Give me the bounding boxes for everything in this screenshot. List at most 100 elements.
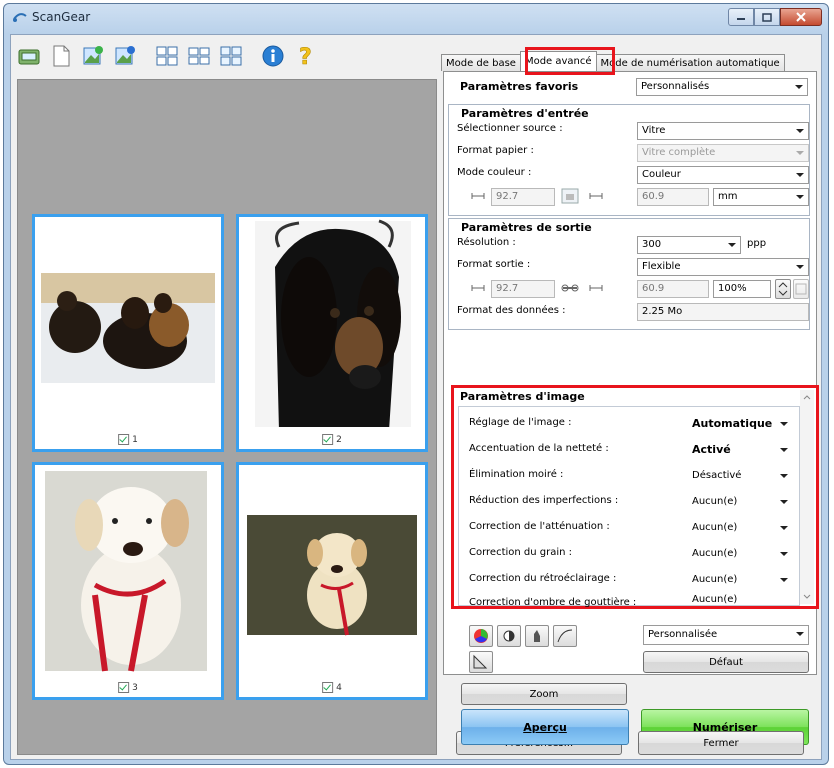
- minimize-icon: [737, 18, 745, 20]
- thumbnail-2-check[interactable]: 2: [322, 434, 342, 445]
- scale-spinner[interactable]: [775, 279, 791, 299]
- tone-curve-button[interactable]: [553, 625, 577, 647]
- zoom-button[interactable]: Zoom: [461, 683, 627, 705]
- image-settings-scrollbar[interactable]: [800, 390, 814, 604]
- thumbnail-list-icon: [188, 47, 210, 65]
- chevron-down-icon: [780, 552, 788, 556]
- data-size-label: Format des données :: [457, 305, 566, 316]
- thumbnail-list-button[interactable]: [185, 42, 213, 70]
- scroll-up-icon: [803, 395, 811, 400]
- thumbnail-large-button[interactable]: [217, 42, 245, 70]
- spinner-icon: [778, 282, 788, 296]
- info-button[interactable]: [259, 42, 287, 70]
- output-size-label: Format sortie :: [457, 259, 531, 270]
- color-mode-select[interactable]: Couleur: [637, 166, 809, 184]
- image-adjust-value: Automatique: [692, 417, 773, 430]
- add-image-button[interactable]: [79, 42, 107, 70]
- tone-preset-select[interactable]: Personnalisée: [643, 625, 809, 645]
- dust-scratch-label: Réduction des imperfections :: [469, 495, 619, 506]
- minimize-button[interactable]: [728, 8, 754, 26]
- options-icon: [795, 283, 807, 295]
- output-size-value: Flexible: [642, 261, 681, 272]
- scanner-button[interactable]: [15, 42, 43, 70]
- preview-area: 1 2 3 4: [17, 79, 437, 755]
- preview-button[interactable]: Aperçu: [461, 709, 629, 745]
- help-button[interactable]: ?: [291, 42, 319, 70]
- output-width-field: 92.7: [491, 280, 555, 298]
- thumbnail-3-label: 3: [132, 682, 138, 693]
- source-select[interactable]: Vitre: [637, 122, 809, 140]
- favorites-select[interactable]: Personnalisés: [636, 78, 808, 96]
- histogram-button[interactable]: [525, 625, 549, 647]
- window-title: ScanGear: [32, 10, 91, 24]
- checkbox-icon: [322, 434, 334, 445]
- color-mode-value: Couleur: [642, 169, 681, 180]
- image-settings-list: Réglage de l'image : Automatique Accentu…: [458, 406, 800, 608]
- grain-select[interactable]: Aucun(e): [685, 543, 795, 563]
- chevron-down-icon: [796, 195, 804, 199]
- source-value: Vitre: [642, 125, 666, 136]
- maximize-button[interactable]: [754, 8, 780, 26]
- output-options-button[interactable]: [793, 279, 809, 299]
- grain-value: Aucun(e): [692, 548, 738, 559]
- blank-page-button[interactable]: [47, 42, 75, 70]
- tab-auto-scan-mode[interactable]: Mode de numérisation automatique: [595, 54, 785, 71]
- sharpen-label: Accentuation de la netteté :: [469, 443, 609, 454]
- thumbnail-2[interactable]: 2: [236, 214, 428, 452]
- output-size-select[interactable]: Flexible: [637, 258, 809, 276]
- thumbnail-3-check[interactable]: 3: [118, 682, 138, 693]
- threshold-icon: [473, 654, 488, 669]
- width-icon: [471, 285, 485, 291]
- thumbnail-grid-icon: [156, 46, 178, 66]
- threshold-button[interactable]: [469, 651, 493, 673]
- thumbnail-3[interactable]: 3: [32, 462, 224, 700]
- sharpen-value: Activé: [692, 443, 731, 456]
- paper-size-label: Format papier :: [457, 145, 534, 156]
- unit-value: mm: [718, 191, 738, 202]
- default-button[interactable]: Défaut: [643, 651, 809, 673]
- chevron-down-icon: [780, 500, 788, 504]
- chevron-down-icon: [728, 243, 736, 247]
- sharpen-select[interactable]: Activé: [685, 439, 795, 459]
- thumbnail-4[interactable]: 4: [236, 462, 428, 700]
- paper-size-value: Vitre complète: [642, 147, 716, 158]
- gutter-shadow-select[interactable]: Aucun(e): [685, 593, 795, 605]
- fading-label: Correction de l'atténuation :: [469, 521, 610, 532]
- brightness-contrast-button[interactable]: [497, 625, 521, 647]
- tab-basic-mode[interactable]: Mode de base: [441, 54, 521, 71]
- fading-select[interactable]: Aucun(e): [685, 517, 795, 537]
- close-window-button[interactable]: [780, 8, 822, 26]
- checkbox-icon: [118, 682, 130, 693]
- height-icon: [589, 285, 603, 291]
- resolution-value: 300: [642, 239, 662, 250]
- scale-field[interactable]: 100%: [713, 280, 771, 298]
- chevron-down-icon: [780, 448, 788, 452]
- paper-size-select: Vitre complète: [637, 144, 809, 162]
- descreen-select[interactable]: Désactivé: [685, 465, 795, 485]
- title-bar[interactable]: ScanGear: [4, 4, 828, 32]
- aspect-lock-icon: [561, 188, 579, 204]
- thumbnail-1[interactable]: 1: [32, 214, 224, 452]
- unit-select[interactable]: mm: [713, 188, 809, 206]
- color-wheel-icon: [474, 629, 488, 643]
- remove-image-button[interactable]: [111, 42, 139, 70]
- thumbnail-2-label: 2: [336, 434, 342, 445]
- resolution-unit: ppp: [747, 238, 767, 249]
- color-balance-button[interactable]: [469, 625, 493, 647]
- image-adjust-label: Réglage de l'image :: [469, 417, 572, 428]
- thumbnail-1-check[interactable]: 1: [118, 434, 138, 445]
- image-adjust-select[interactable]: Automatique: [685, 413, 795, 433]
- backlight-select[interactable]: Aucun(e): [685, 569, 795, 589]
- dust-scratch-value: Aucun(e): [692, 496, 738, 507]
- close-button[interactable]: Fermer: [638, 731, 804, 755]
- dust-scratch-select[interactable]: Aucun(e): [685, 491, 795, 511]
- thumbnail-grid-button[interactable]: [153, 42, 181, 70]
- grain-label: Correction du grain :: [469, 547, 573, 558]
- image-settings-section: Paramètres d'image Réglage de l'image : …: [451, 385, 819, 609]
- remove-image-icon: [115, 46, 135, 65]
- input-settings-title: Paramètres d'entrée: [461, 107, 589, 120]
- chevron-down-icon: [795, 85, 803, 89]
- chevron-down-icon: [780, 474, 788, 478]
- resolution-select[interactable]: 300: [637, 236, 741, 254]
- thumbnail-4-check[interactable]: 4: [322, 682, 342, 693]
